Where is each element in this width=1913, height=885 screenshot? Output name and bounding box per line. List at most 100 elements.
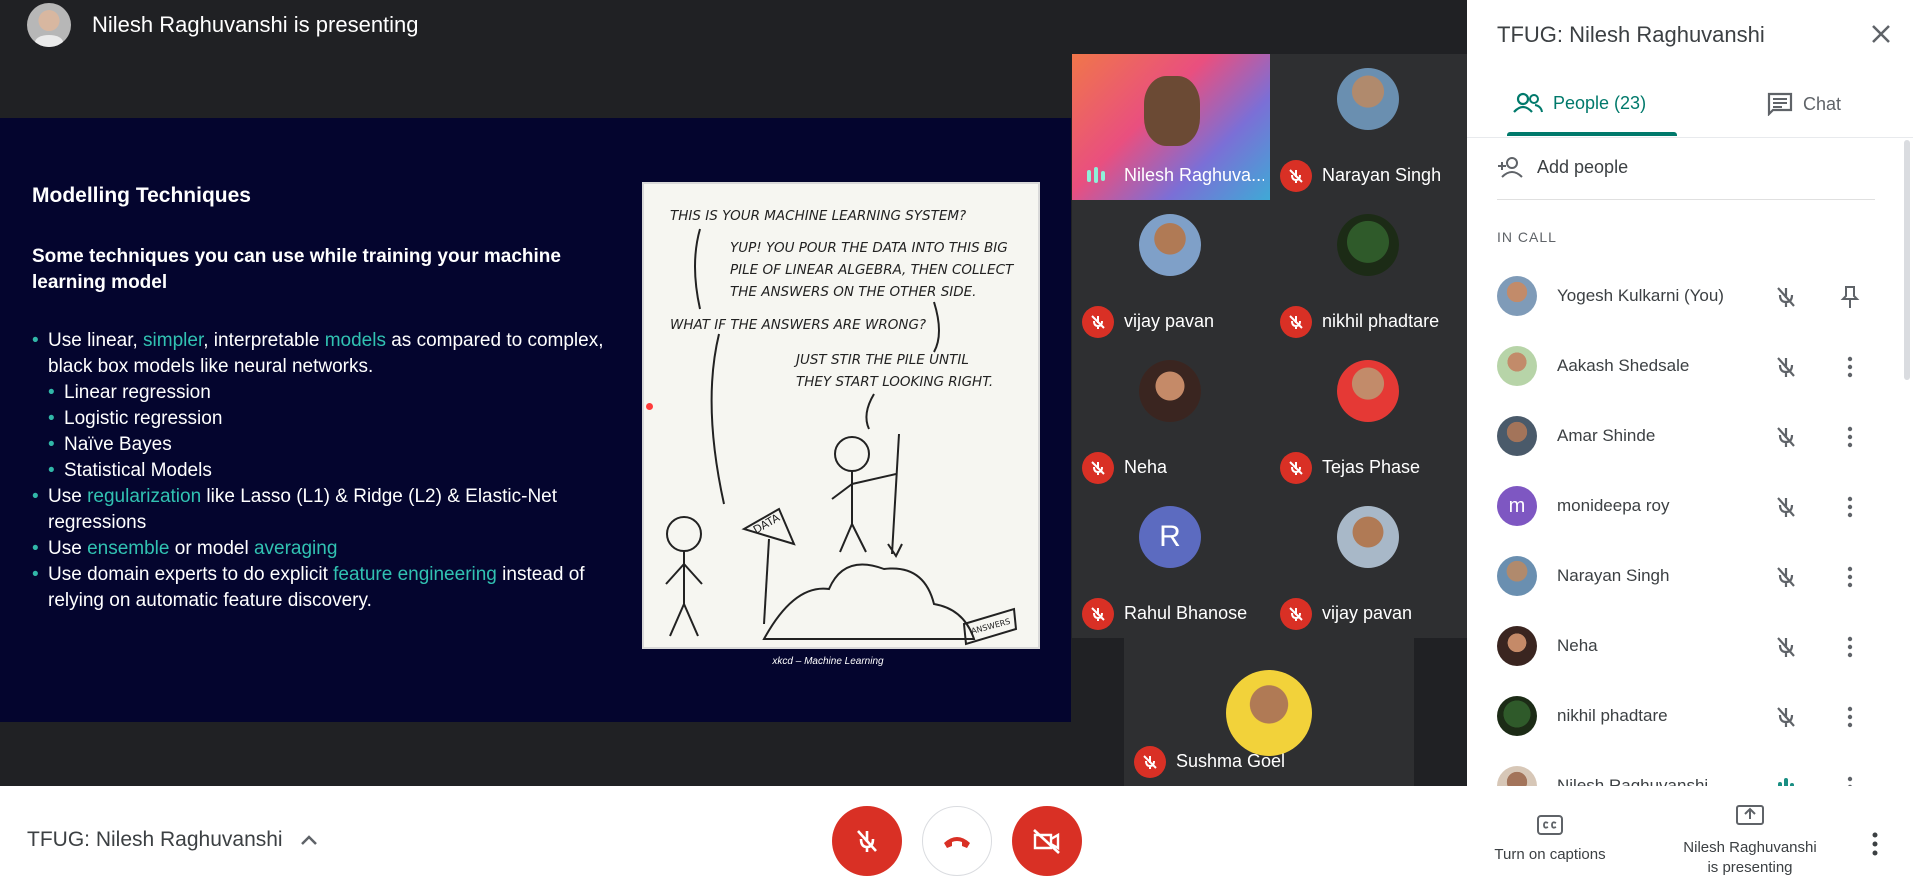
more-options-icon[interactable] [1837,494,1863,520]
add-people-button[interactable]: Add people [1497,156,1628,178]
panel-scrollbar[interactable] [1904,140,1910,380]
tile-neha[interactable]: Neha [1072,346,1270,492]
tile-narayan[interactable]: Narayan Singh [1270,54,1468,200]
presenting-label-line2: is presenting [1707,859,1793,876]
presenter-bar: Nilesh Raghuvanshi is presenting [0,0,1070,52]
tab-chat-label: Chat [1803,93,1842,114]
tile-name: Nilesh Raghuva... [1124,165,1264,185]
comic-line-5: WHAT IF THE ANSWERS ARE WRONG? [670,317,926,333]
participant-name: Narayan Singh [1557,566,1670,585]
chevron-up-icon [300,835,317,845]
toggle-camera-button[interactable] [1012,806,1082,876]
bullet-regularization: Use regularization like Lasso (L1) & Rid… [32,484,642,536]
xkcd-comic: THIS IS YOUR MACHINE LEARNING SYSTEM? YU… [642,182,1040,649]
avatar [1337,506,1399,568]
avatar: m [1497,486,1537,526]
toggle-mic-button[interactable] [832,806,902,876]
more-options-icon[interactable] [1837,564,1863,590]
comic-line-1: THIS IS YOUR MACHINE LEARNING SYSTEM? [670,208,966,224]
more-options-icon[interactable] [1837,424,1863,450]
panel-tabs: People (23) Chat [1467,80,1913,138]
tab-people[interactable]: People (23) [1513,92,1646,114]
speaking-indicator-icon [1087,167,1105,183]
participant-row[interactable]: Neha [1497,622,1877,672]
panel-title: TFUG: Nilesh Raghuvanshi [1497,22,1765,47]
captions-button[interactable]: Turn on captions [1480,814,1620,863]
muted-mic-icon [1777,497,1795,517]
laser-pointer [646,403,653,410]
slide-bullet-list: Use linear, simpler, interpretable model… [32,328,642,614]
bullet-ensemble: Use ensemble or model averaging [32,536,642,562]
more-options-icon[interactable] [1837,704,1863,730]
speaking-indicator-icon [1778,778,1794,786]
avatar [1337,360,1399,422]
comic-line-6: JUST STIR THE PILE UNTIL [793,352,969,368]
present-screen-icon [1736,805,1764,825]
tile-name: Rahul Bhanose [1124,603,1248,623]
mic-off-icon [857,830,877,852]
participant-row[interactable]: m monideepa roy [1497,482,1877,532]
avatar: R [1139,506,1201,568]
video-feed [1144,76,1200,146]
muted-mic-icon [1082,598,1114,630]
divider [1497,199,1875,200]
participant-row[interactable]: Nilesh Raghuvanshi [1497,762,1877,786]
slide-subheading: Some techniques you can use while traini… [32,246,561,293]
avatar [1139,360,1201,422]
pin-icon[interactable] [1837,284,1863,310]
muted-mic-icon [1134,746,1166,778]
participant-row[interactable]: Narayan Singh [1497,552,1877,602]
presenter-title: Nilesh Raghuvanshi is presenting [92,12,419,37]
avatar [1337,68,1399,130]
participant-row[interactable]: Amar Shinde [1497,412,1877,462]
leave-call-button[interactable] [922,806,992,876]
bullet-feature-engineering: Use domain experts to do explicit featur… [32,562,642,614]
avatar [1497,766,1537,786]
captions-label: Turn on captions [1494,846,1606,863]
comic-line-3: PILE OF LINEAR ALGEBRA, THEN COLLECT [730,262,1015,278]
avatar [1337,214,1399,276]
participant-name: Nilesh Raghuvanshi [1557,776,1709,786]
meeting-details-button[interactable]: TFUG: Nilesh Raghuvanshi [27,828,319,852]
muted-mic-icon [1777,637,1795,657]
tile-nilesh[interactable]: Nilesh Raghuva... [1072,54,1270,200]
comic-line-2: YUP! YOU POUR THE DATA INTO THIS BIG [730,240,1008,256]
participant-row[interactable]: nikhil phadtare [1497,692,1877,742]
presenting-button[interactable]: Nilesh Raghuvanshi is presenting [1670,804,1830,878]
tile-name: vijay pavan [1124,311,1215,331]
avatar [1226,670,1312,756]
more-options-icon[interactable] [1868,830,1882,858]
participant-row[interactable]: Yogesh Kulkarni (You) [1497,272,1877,322]
tile-vijay[interactable]: vijay pavan [1072,200,1270,346]
avatar [1139,214,1201,276]
comic-data-sign: DATA [751,511,782,537]
more-options-icon[interactable] [1837,634,1863,660]
tile-name: nikhil phadtare [1322,311,1440,331]
more-options-icon[interactable] [1837,774,1863,786]
chat-icon [1767,92,1793,116]
tile-nikhil[interactable]: nikhil phadtare [1270,200,1468,346]
more-options-icon[interactable] [1837,354,1863,380]
close-icon[interactable] [1867,20,1895,48]
tile-name: vijay pavan [1322,603,1413,623]
tile-tejas[interactable]: Tejas Phase [1270,346,1468,492]
add-people-label: Add people [1537,156,1629,177]
bullet-logistic-regression: Logistic regression [48,406,642,432]
tile-name: Neha [1124,457,1168,477]
meeting-name: TFUG: Nilesh Raghuvanshi [27,828,283,851]
active-tab-indicator [1507,132,1677,136]
avatar [1497,276,1537,316]
comic-caption: xkcd – Machine Learning [772,656,884,667]
participant-name: nikhil phadtare [1557,706,1668,725]
participant-row[interactable]: Aakash Shedsale [1497,342,1877,392]
muted-mic-icon [1777,287,1795,307]
tab-chat[interactable]: Chat [1767,92,1841,116]
muted-mic-icon [1280,160,1312,192]
closed-captions-icon [1537,815,1563,835]
tile-vijay-2[interactable]: vijay pavan [1270,492,1468,638]
bullet-statistical-models: Statistical Models [48,458,642,484]
people-panel: TFUG: Nilesh Raghuvanshi People (23) Cha… [1467,0,1913,786]
tile-sushma[interactable]: Sushma Goel [1124,638,1414,786]
tile-rahul[interactable]: R Rahul Bhanose [1072,492,1270,638]
camera-off-icon [1033,829,1060,854]
